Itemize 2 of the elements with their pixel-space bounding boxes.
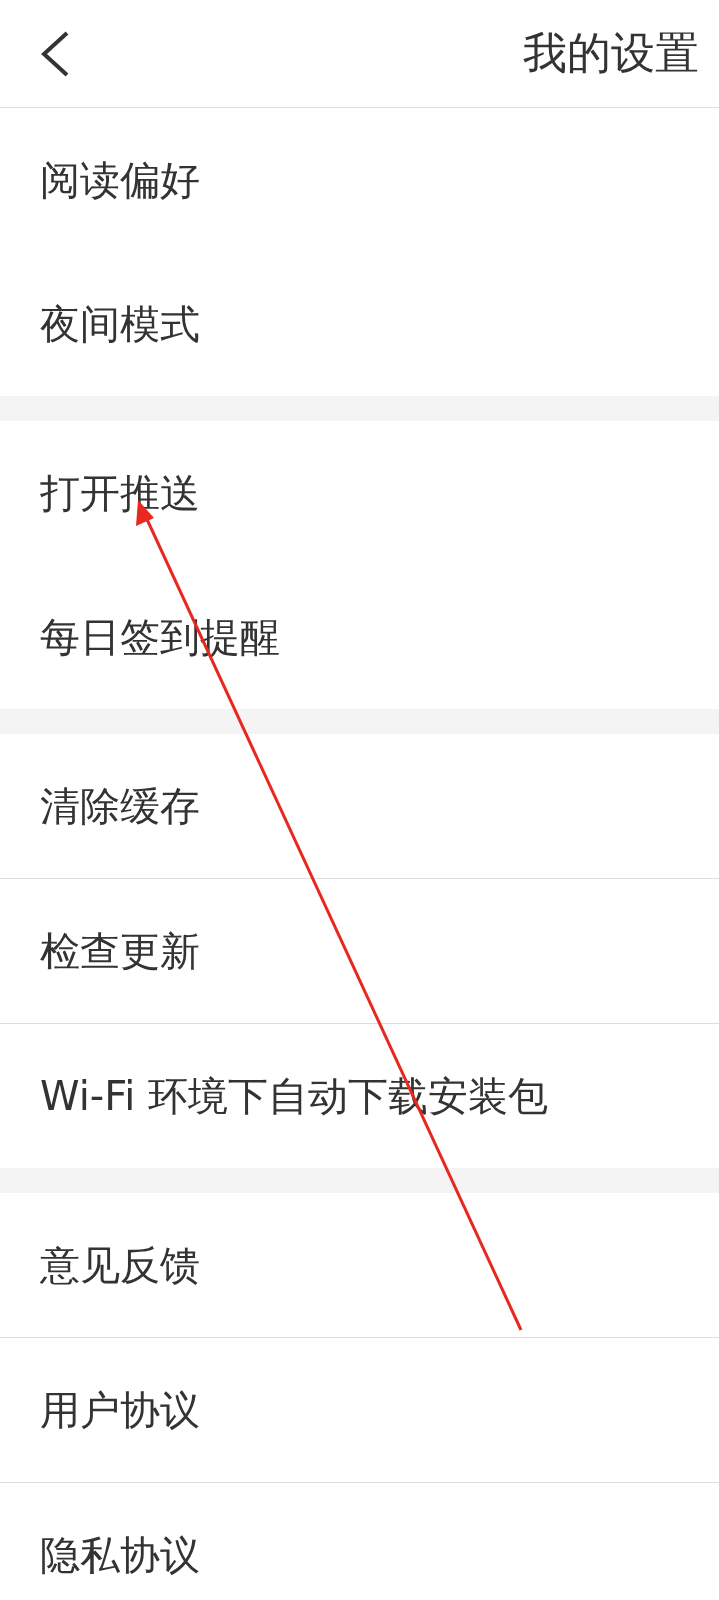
back-icon[interactable] xyxy=(40,30,70,77)
page-title: 我的设置 xyxy=(523,26,699,80)
